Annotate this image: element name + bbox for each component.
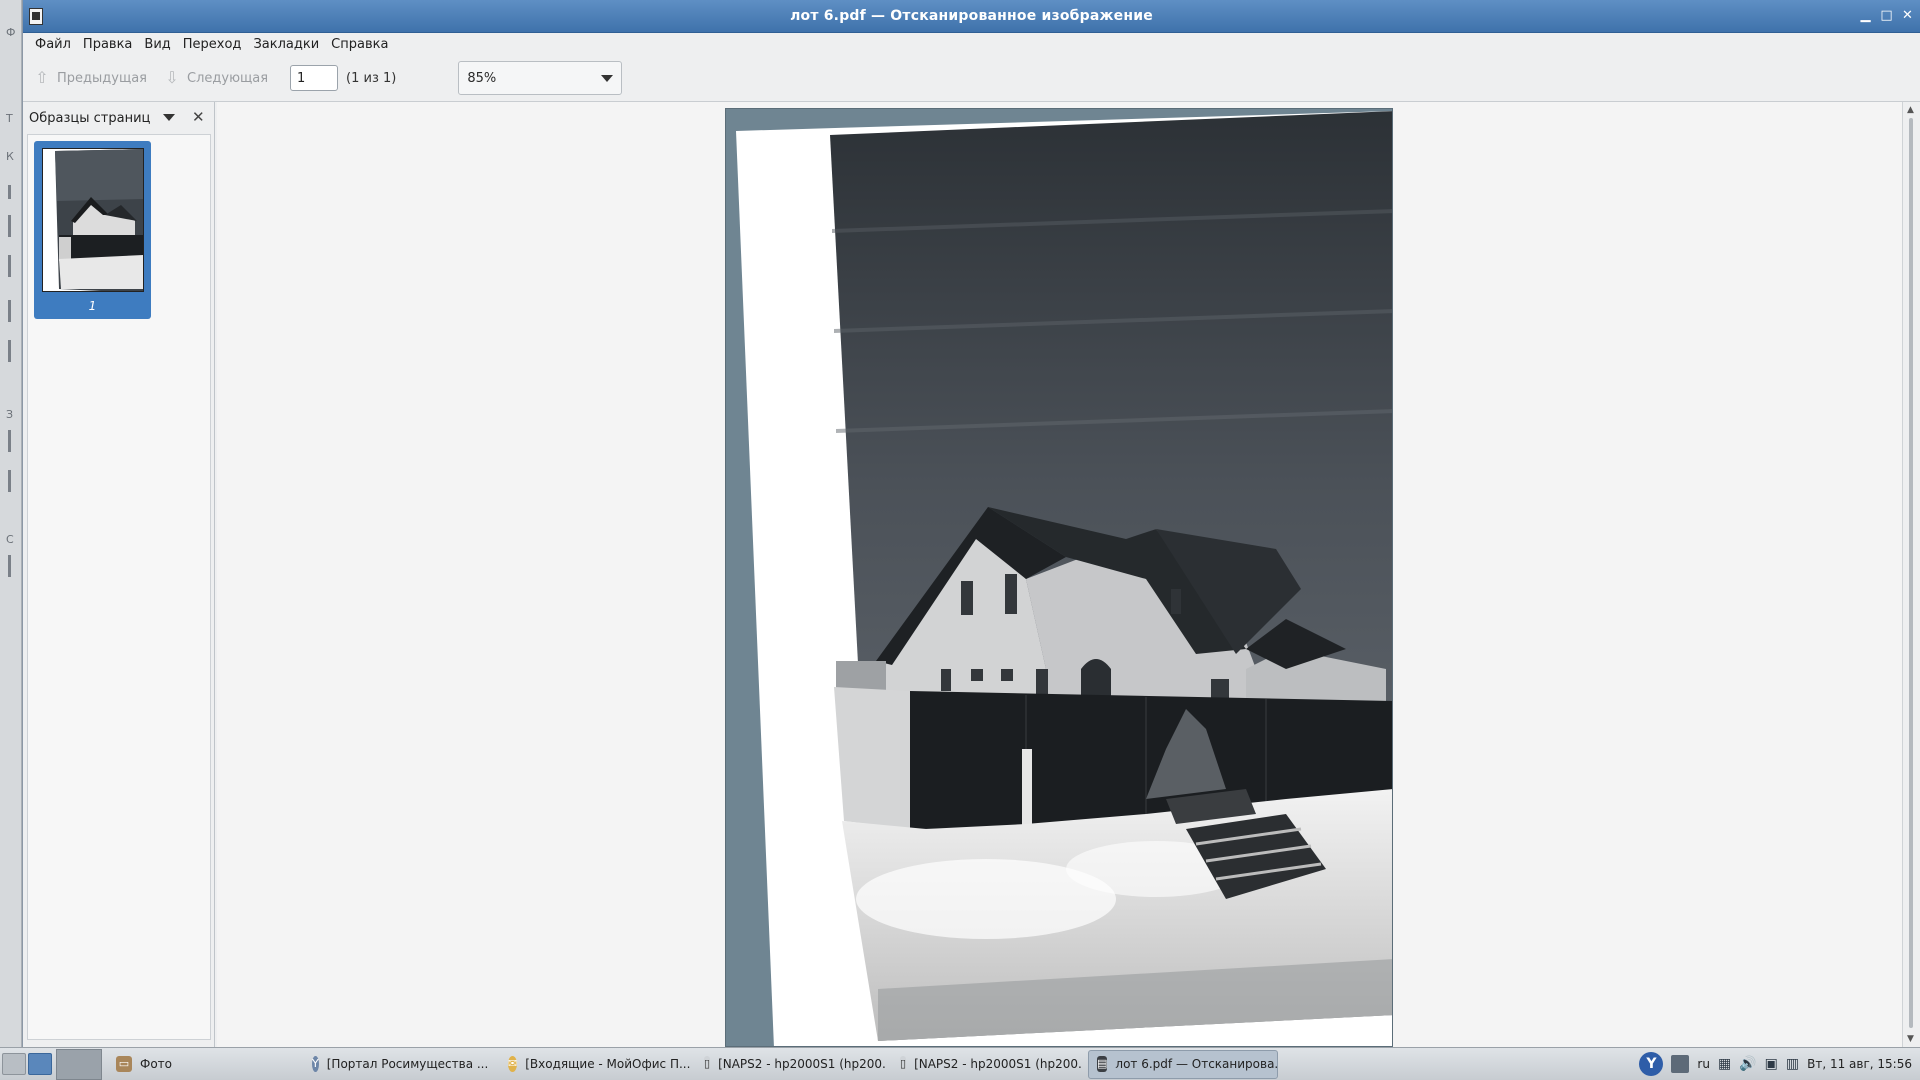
close-button[interactable]: ✕ xyxy=(1899,8,1916,25)
app-tray-icon[interactable] xyxy=(1671,1055,1690,1073)
scanner-icon: ▯ xyxy=(704,1056,711,1072)
page-thumbnail[interactable]: 1 xyxy=(34,141,151,319)
window-title: лот 6.pdf — Отсканированное изображение xyxy=(790,8,1153,24)
network-icon[interactable]: ▦ xyxy=(1718,1056,1731,1072)
document-viewer-icon: ▤ xyxy=(1097,1056,1108,1072)
close-icon[interactable]: ✕ xyxy=(192,108,205,126)
menu-edit[interactable]: Правка xyxy=(77,37,138,52)
side-pane-title: Образцы страниц xyxy=(29,110,151,126)
arrow-down-icon: ⇩ xyxy=(165,68,179,87)
show-desktop-icon[interactable] xyxy=(28,1053,52,1075)
next-page-label: Следующая xyxy=(187,70,269,86)
title-bar[interactable]: лот 6.pdf — Отсканированное изображение … xyxy=(23,0,1920,33)
bg-tick xyxy=(8,255,11,277)
workspace-pager[interactable] xyxy=(56,1048,102,1080)
taskbar-item-label: [Портал Росимущества ... xyxy=(326,1057,489,1071)
menu-go[interactable]: Переход xyxy=(177,37,248,52)
bg-tick xyxy=(8,340,11,362)
bg-letter: Ф xyxy=(6,26,16,39)
next-page-button[interactable]: ⇩ Следующая xyxy=(163,69,268,87)
bg-tick xyxy=(8,300,11,322)
thumbnail-image xyxy=(42,148,144,292)
menu-view[interactable]: Вид xyxy=(138,37,176,52)
side-pane-mode-dropdown[interactable] xyxy=(163,114,175,121)
taskbar: ▭ Фото Y [Портал Росимущества ... ✉ [Вхо… xyxy=(0,1047,1920,1080)
side-pane-header: Образцы страниц ✕ xyxy=(23,102,214,134)
document-view[interactable] xyxy=(217,102,1903,1047)
clipboard-icon[interactable]: ▣ xyxy=(1765,1056,1778,1072)
mail-icon: ✉ xyxy=(508,1056,518,1072)
yandex-browser-icon[interactable]: Y xyxy=(1639,1052,1664,1076)
taskbar-item-label: [NAPS2 - hp2000S1 (hp200... xyxy=(718,1057,886,1071)
arrow-up-icon: ⇧ xyxy=(35,68,49,87)
keyboard-layout-indicator[interactable]: ru xyxy=(1697,1057,1710,1071)
taskbar-item-mail[interactable]: ✉ [Входящие - МойОфис П... xyxy=(500,1050,690,1079)
bg-tick xyxy=(8,470,11,492)
page-number-input[interactable] xyxy=(290,65,339,91)
bg-letter: Т xyxy=(6,112,13,125)
document-viewer-window: лот 6.pdf — Отсканированное изображение … xyxy=(22,0,1920,1047)
taskbar-item-label: [NAPS2 - hp2000S1 (hp200... xyxy=(914,1057,1082,1071)
vertical-scrollbar[interactable]: ▲ ▼ xyxy=(1902,102,1920,1047)
scroll-down-icon[interactable]: ▼ xyxy=(1907,1034,1914,1044)
chevron-down-icon xyxy=(601,74,614,82)
thumbnail-page-number: 1 xyxy=(88,299,97,313)
display-icon[interactable]: ▥ xyxy=(1786,1056,1799,1072)
bg-letter: К xyxy=(6,150,14,163)
taskbar-item-photos[interactable]: ▭ Фото xyxy=(108,1050,298,1079)
taskbar-item-label: Фото xyxy=(140,1057,173,1071)
taskbar-item-browser[interactable]: Y [Портал Росимущества ... xyxy=(304,1050,494,1079)
zoom-value: 85% xyxy=(467,70,497,86)
page-count-label: (1 из 1) xyxy=(346,70,397,86)
pdf-page xyxy=(725,108,1393,1047)
folder-icon: ▭ xyxy=(116,1056,132,1072)
menu-help[interactable]: Справка xyxy=(325,37,394,52)
bg-letter: С xyxy=(6,533,14,546)
previous-page-label: Предыдущая xyxy=(57,70,147,86)
menu-bookmarks[interactable]: Закладки xyxy=(247,37,325,52)
taskbar-item-label: [Входящие - МойОфис П... xyxy=(525,1057,690,1071)
menu-bar: Файл Правка Вид Переход Закладки Справка xyxy=(23,33,1920,55)
maximize-button[interactable]: □ xyxy=(1878,8,1895,25)
taskbar-item-label: лот 6.pdf — Отсканирова... xyxy=(1115,1057,1278,1071)
zoom-select[interactable]: 85% xyxy=(458,61,623,95)
scanned-photo-image xyxy=(726,109,1392,1046)
taskbar-item-scanner-1[interactable]: ▯ [NAPS2 - hp2000S1 (hp200... xyxy=(696,1050,886,1079)
menu-file[interactable]: Файл xyxy=(29,37,77,52)
scanner-icon: ▯ xyxy=(900,1056,907,1072)
bg-tick xyxy=(8,215,11,237)
bg-tick xyxy=(8,555,11,577)
browser-y-icon: Y xyxy=(312,1056,319,1072)
bg-letter: З xyxy=(6,408,14,421)
scroll-up-icon[interactable]: ▲ xyxy=(1907,105,1914,115)
previous-page-button[interactable]: ⇧ Предыдущая xyxy=(33,69,147,87)
taskbar-item-document-viewer[interactable]: ▤ лот 6.pdf — Отсканирова... xyxy=(1088,1049,1278,1079)
side-pane: Образцы страниц ✕ 1 xyxy=(23,102,215,1047)
bg-tick xyxy=(8,430,11,452)
system-tray: Y ru ▦ 🔊 ▣ ▥ Вт, 11 авг, 15:56 xyxy=(1639,1048,1920,1080)
background-window-edge: Ф Т К З С xyxy=(0,0,22,1047)
taskbar-item-scanner-2[interactable]: ▯ [NAPS2 - hp2000S1 (hp200... xyxy=(892,1050,1082,1079)
toolbar: ⇧ Предыдущая ⇩ Следующая (1 из 1) 85% xyxy=(23,55,1920,102)
minimize-button[interactable]: ▁ xyxy=(1857,8,1874,25)
thumbnail-photo xyxy=(43,149,143,291)
volume-icon[interactable]: 🔊 xyxy=(1739,1056,1756,1072)
bg-tick xyxy=(8,185,11,199)
scrollbar-thumb[interactable] xyxy=(1909,118,1913,1028)
clock[interactable]: Вт, 11 авг, 15:56 xyxy=(1807,1057,1912,1071)
thumbnail-list[interactable]: 1 xyxy=(27,134,211,1040)
file-manager-launcher-icon[interactable] xyxy=(2,1053,26,1075)
